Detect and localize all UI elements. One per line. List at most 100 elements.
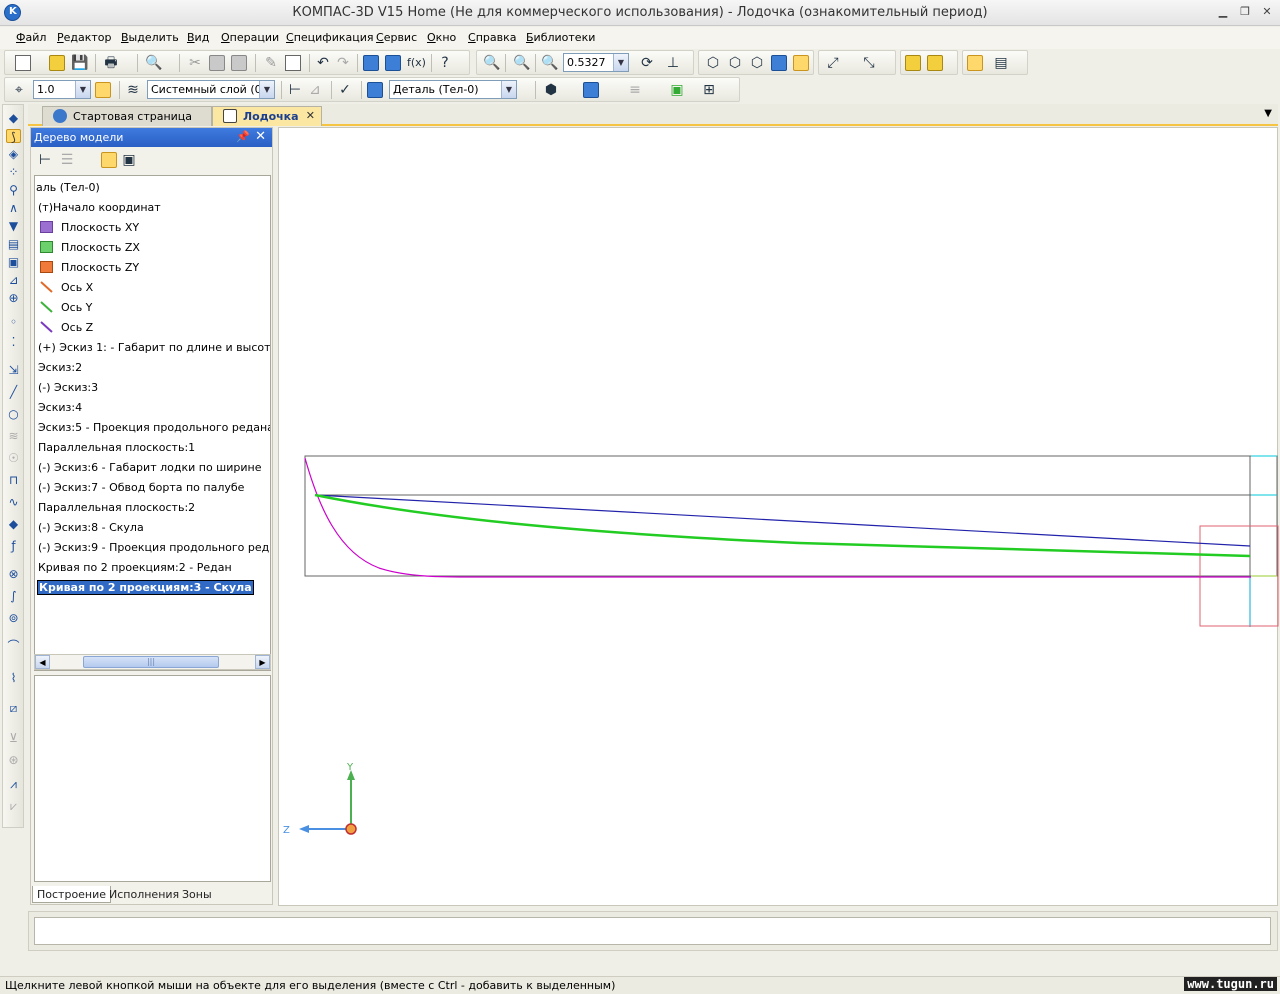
- tree-view-2-icon[interactable]: ▣: [121, 152, 137, 168]
- part-icon[interactable]: [905, 55, 921, 71]
- new-document-icon[interactable]: [15, 55, 31, 71]
- tab-lodochka[interactable]: Лодочка ✕: [212, 106, 322, 126]
- menu-select[interactable]: Выделить: [121, 31, 179, 44]
- variables-icon[interactable]: [385, 55, 401, 71]
- orientation-icon[interactable]: ⊥: [665, 55, 681, 71]
- wireframe-icon[interactable]: ⬡: [705, 55, 721, 71]
- scroll-right-icon[interactable]: ▶: [255, 655, 270, 669]
- tab-executions[interactable]: Исполнения: [105, 886, 183, 903]
- print-icon[interactable]: 🖶: [103, 55, 119, 71]
- spline-icon[interactable]: ∿: [6, 495, 21, 509]
- tab-list-arrow-icon[interactable]: ▼: [1264, 108, 1272, 119]
- viewport-canvas[interactable]: Y Z: [279, 128, 1279, 907]
- tree-horizontal-scrollbar[interactable]: ◀ ||| ▶: [34, 654, 271, 670]
- intersection-curve-icon[interactable]: ⊗: [6, 567, 21, 581]
- reports-icon[interactable]: ▣: [6, 255, 21, 269]
- mcs-icon[interactable]: ▣: [669, 82, 685, 98]
- specification-icon[interactable]: ▤: [6, 237, 21, 251]
- restore-button[interactable]: ❐: [1238, 6, 1252, 19]
- copy-icon[interactable]: [209, 55, 225, 71]
- tab-construction[interactable]: Построение: [32, 886, 112, 903]
- section-icon[interactable]: ⬢: [543, 82, 559, 98]
- sketch-mode-icon[interactable]: ✓: [337, 82, 353, 98]
- parameters-icon[interactable]: ▤: [993, 55, 1009, 71]
- close-button[interactable]: ✕: [1260, 6, 1274, 19]
- uv-curve-icon[interactable]: ⊻: [6, 731, 21, 745]
- minimize-button[interactable]: ▁: [1216, 6, 1230, 19]
- tree-expand-icon[interactable]: ☰: [59, 152, 75, 168]
- fx-icon[interactable]: f(x): [407, 55, 426, 71]
- contour-icon[interactable]: ⊚: [6, 611, 21, 625]
- tab-zones[interactable]: Зоны: [178, 886, 216, 903]
- points-icon[interactable]: ⁚: [6, 335, 21, 349]
- layer-combo[interactable]: Системный слой (0) ▼: [147, 80, 275, 99]
- curve-2-projections-icon[interactable]: ∫: [6, 589, 21, 603]
- property-bar-field[interactable]: [34, 917, 1271, 945]
- open-folder-icon[interactable]: [49, 55, 65, 71]
- polyline-icon[interactable]: ⊓: [6, 473, 21, 487]
- snap-step-icon[interactable]: ⌖: [11, 82, 27, 98]
- close-tab-icon[interactable]: ✕: [306, 109, 315, 122]
- tree-structure-icon[interactable]: ⊢: [37, 152, 53, 168]
- tree-view-icon[interactable]: [101, 152, 117, 168]
- shaded-edges-icon[interactable]: [793, 55, 809, 71]
- layers-stack-icon[interactable]: ≡: [627, 82, 643, 98]
- join-curve-icon[interactable]: ⩗: [6, 799, 21, 813]
- helix-icon[interactable]: ≋: [6, 429, 21, 443]
- thin-hidden-lines-icon[interactable]: ⬡: [749, 55, 765, 71]
- menu-help[interactable]: Справка: [468, 31, 516, 44]
- spiral-icon[interactable]: ☉: [6, 451, 21, 465]
- close-panel-icon[interactable]: ✕: [255, 129, 266, 144]
- assembly-icon[interactable]: [927, 55, 943, 71]
- break-curve-icon[interactable]: ⩘: [6, 777, 21, 791]
- aux-geometry-icon[interactable]: ⚲: [6, 183, 21, 197]
- sheet-metal-icon[interactable]: ⊿: [6, 273, 21, 287]
- menu-service[interactable]: Сервис: [376, 31, 417, 44]
- detail-combo[interactable]: Деталь (Тел-0) ▼: [389, 80, 517, 99]
- pin-icon[interactable]: 📌: [236, 130, 250, 143]
- redo-icon[interactable]: ↷: [335, 55, 351, 71]
- zoom-window-icon[interactable]: 🔍: [483, 55, 500, 71]
- help-pointer-icon[interactable]: ?: [437, 55, 453, 71]
- color-icon[interactable]: [583, 82, 599, 98]
- surfaces-icon[interactable]: ◈: [6, 147, 21, 161]
- rotate-icon[interactable]: ⟳: [639, 55, 655, 71]
- line-icon[interactable]: ╱: [6, 385, 21, 399]
- hidden-lines-icon[interactable]: ⬡: [727, 55, 743, 71]
- scroll-left-icon[interactable]: ◀: [35, 655, 50, 669]
- pipeline-icon[interactable]: ⊕: [6, 291, 21, 305]
- offset-curve-icon[interactable]: ⧄: [6, 701, 21, 715]
- lcs-icon[interactable]: ⊿: [307, 82, 323, 98]
- zoom-all-icon[interactable]: 🔍: [513, 55, 530, 71]
- edit-part-icon[interactable]: ◆: [6, 111, 21, 125]
- filter-2-icon[interactable]: ⤡: [861, 55, 877, 71]
- projection-curve-icon[interactable]: ◆: [6, 517, 21, 531]
- filter-icon[interactable]: ⤢: [825, 55, 841, 71]
- undo-icon[interactable]: ↶: [315, 55, 331, 71]
- conic-icon[interactable]: ⌒: [6, 639, 21, 653]
- model-viewport[interactable]: Y Z: [278, 127, 1279, 907]
- menu-view[interactable]: Вид: [187, 31, 209, 44]
- filter-objects-icon[interactable]: ▼: [6, 219, 21, 233]
- menu-window[interactable]: Окно: [427, 31, 456, 44]
- circle-icon[interactable]: ○: [6, 407, 21, 421]
- menu-operations[interactable]: Операции: [221, 31, 279, 44]
- detail-icon[interactable]: [367, 82, 383, 98]
- arrays-icon[interactable]: ⁘: [6, 165, 21, 179]
- scroll-thumb[interactable]: |||: [83, 656, 219, 668]
- zoom-scale-icon[interactable]: 🔍: [541, 55, 558, 71]
- surface-curve-icon[interactable]: ⊛: [6, 753, 21, 767]
- tab-start-page[interactable]: Стартовая страница: [42, 106, 212, 126]
- menu-specification[interactable]: Спецификация: [286, 31, 373, 44]
- print-preview-icon[interactable]: 🔍: [145, 55, 162, 71]
- menu-libraries[interactable]: Библиотеки: [526, 31, 595, 44]
- manager-icon[interactable]: [363, 55, 379, 71]
- measure-icon[interactable]: ∧: [6, 201, 21, 215]
- report-icon[interactable]: [285, 55, 301, 71]
- tree-toggle-icon[interactable]: [967, 55, 983, 71]
- spatial-curves-icon[interactable]: ⟆: [6, 129, 21, 144]
- shaded-icon[interactable]: [771, 55, 787, 71]
- menu-edit[interactable]: Редактор: [57, 31, 112, 44]
- step-combo[interactable]: 1.0 ▼: [33, 80, 91, 99]
- dimension-icon[interactable]: ⊞: [701, 82, 717, 98]
